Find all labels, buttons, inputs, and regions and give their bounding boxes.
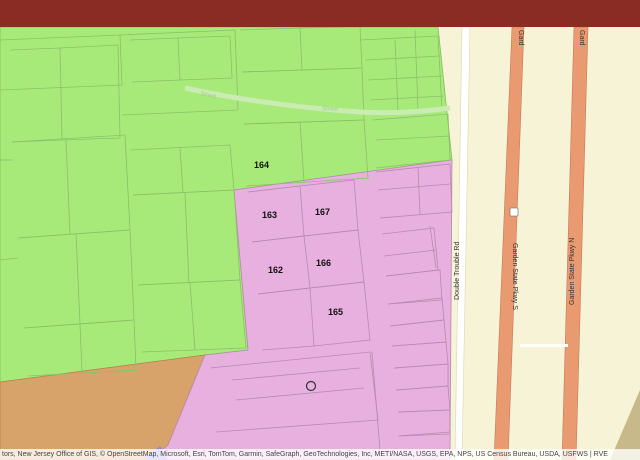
road-label-double-trouble-rd: Double Trouble Rd (454, 242, 461, 300)
map-view[interactable]: 164 163 167 162 166 165 Double Trouble R… (0, 0, 640, 460)
parcel-label-167: 167 (315, 207, 330, 217)
road-label-gard-n: Gard (578, 30, 585, 46)
parcel-label-165: 165 (328, 307, 343, 317)
connector-road (520, 344, 568, 347)
parcel-label-164: 164 (254, 160, 269, 170)
header-bar (0, 0, 640, 27)
road-label-garden-state-pkwy-s: Garden State Pkwy S (511, 243, 518, 310)
street-label-faint-2: Street (322, 106, 339, 113)
parcel-label-162: 162 (268, 265, 283, 275)
parcel-label-166: 166 (316, 258, 331, 268)
map-attribution: tors, New Jersey Office of GIS, © OpenSt… (0, 449, 640, 460)
road-label-gard-s: Gard (517, 30, 524, 46)
road-label-garden-state-pkwy-n: Garden State Pkwy N (569, 238, 576, 305)
map-canvas[interactable]: 164 163 167 162 166 165 Double Trouble R… (0, 0, 640, 460)
parcel-label-163: 163 (262, 210, 277, 220)
highway-shield-icon (509, 207, 519, 217)
